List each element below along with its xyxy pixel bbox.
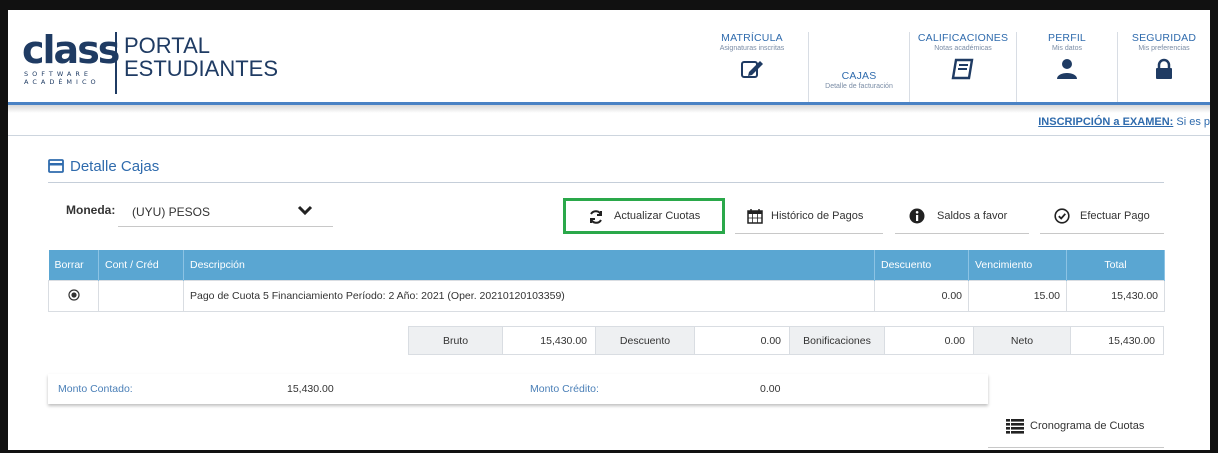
nav-calificaciones-subtitle: Notas académicas [934,45,992,52]
user-icon [1057,59,1077,79]
efectuar-pago-button[interactable]: Efectuar Pago [1040,198,1164,234]
actualizar-cuotas-label: Actualizar Cuotas [614,210,701,222]
credit-card-icon [48,159,64,173]
monto-credito-label: Monto Crédito: [530,383,599,395]
nav-calificaciones[interactable]: CALIFICACIONES Notas académicas [910,32,1016,102]
borrar-radio[interactable] [48,280,99,312]
historico-pagos-button[interactable]: Histórico de Pagos [735,198,883,234]
actualizar-cuotas-button[interactable]: Actualizar Cuotas [563,198,725,234]
portal-title-line1: PORTAL [124,33,210,58]
nav-matricula-subtitle: Asignaturas inscritas [719,45,785,52]
moneda-label: Moneda: [66,203,116,217]
col-header-descuento: Descuento [874,250,969,281]
lock-icon [1156,58,1172,79]
bonificaciones-value: 0.00 [884,326,974,355]
col-header-vencimiento: Vencimiento [968,250,1067,281]
nav-seguridad[interactable]: SEGURIDAD Mis preferencias [1118,32,1210,102]
saldos-favor-button[interactable]: Saldos a favor [895,198,1029,234]
nav-matricula[interactable]: MATRÍCULA Asignaturas inscritas [696,32,808,102]
info-icon [909,208,925,224]
cuotas-table: Borrar Cont / Créd Descripción Descuento… [48,250,1165,312]
button-underline [895,233,1029,234]
col-header-total: Total [1066,250,1165,281]
section-title-text: Detalle Cajas [70,158,160,175]
logo-subtitle: SOFTWARE ACADÉMICO [24,70,100,86]
portal-title: PORTAL ESTUDIANTES [124,34,278,80]
nav-seguridad-subtitle: Mis preferencias [1138,45,1190,52]
descuento-value: 0.00 [694,326,790,355]
cell-vencimiento: 15.00 [968,280,1067,312]
button-underline [735,233,883,234]
nav-matricula-title: MATRÍCULA [721,32,783,44]
montos-summary: Monto Contado: 15,430.00 Monto Crédito: … [48,374,988,404]
moneda-selected-value: (UYU) PESOS [132,205,211,219]
saldos-favor-label: Saldos a favor [937,210,1008,222]
historico-pagos-label: Histórico de Pagos [771,210,864,222]
monto-credito-value: 0.00 [760,383,781,395]
neto-label: Neto [973,326,1071,355]
chevron-down-icon[interactable] [297,203,313,217]
bonificaciones-label: Bonificaciones [789,326,885,355]
refresh-icon [590,210,602,224]
button-underline [1040,233,1164,234]
class-logo[interactable]: class SOFTWARE ACADÉMICO [22,28,120,94]
bruto-label: Bruto [408,326,503,355]
col-header-cont-cred: Cont / Créd [98,250,184,281]
section-divider [48,182,1164,183]
nav-cajas-subtitle: Detalle de facturación [825,83,893,90]
exam-banner-link[interactable]: INSCRIPCIÓN a EXAMEN: [1038,116,1173,128]
efectuar-pago-label: Efectuar Pago [1080,210,1150,222]
nav-seguridad-title: SEGURIDAD [1131,32,1197,44]
calendar-icon [747,209,763,224]
monto-contado-value: 15,430.00 [287,383,334,395]
window-frame: class SOFTWARE ACADÉMICO PORTAL ESTUDIAN… [0,0,1218,453]
header-shadow [8,105,1210,113]
exam-banner-text: Si es p [1173,116,1210,128]
table-row: Pago de Cuota 5 Financiamiento Período: … [48,280,1165,312]
edit-icon [741,61,763,78]
cell-cont-cred [98,280,184,312]
neto-value: 15,430.00 [1070,326,1164,355]
banner-divider [8,135,1210,136]
portal-header: class SOFTWARE ACADÉMICO PORTAL ESTUDIAN… [8,10,1210,102]
logo-divider [115,32,117,94]
nav-cajas-title: CAJAS [841,70,877,82]
book-icon [951,58,974,80]
moneda-select[interactable]: (UYU) PESOS [118,196,333,227]
cell-total: 15,430.00 [1066,280,1165,312]
nav-cajas[interactable]: CAJAS Detalle de facturación [809,32,909,102]
exam-banner[interactable]: INSCRIPCIÓN a EXAMEN: Si es p [1038,116,1210,128]
nav-perfil-subtitle: Mis datos [1052,45,1082,52]
nav-calificaciones-title: CALIFICACIONES [917,32,1009,44]
radio-selected-icon[interactable] [67,288,80,301]
col-header-borrar: Borrar [48,250,99,281]
monto-contado-label: Monto Contado: [58,383,133,395]
logo-word: class [22,28,120,72]
cell-descuento: 0.00 [874,280,969,312]
col-header-descripcion: Descripción [183,250,875,281]
check-circle-icon [1054,208,1070,224]
descuento-label: Descuento [595,326,695,355]
cell-descripcion: Pago de Cuota 5 Financiamiento Período: … [183,280,875,312]
portal-title-line2: ESTUDIANTES [124,56,279,81]
cronograma-cuotas-button[interactable]: Cronograma de Cuotas [988,407,1164,448]
bruto-value: 15,430.00 [502,326,596,355]
cronograma-cuotas-label: Cronograma de Cuotas [1030,420,1145,432]
table-header-row: Borrar Cont / Créd Descripción Descuento… [48,250,1165,281]
nav-perfil-title: PERFIL [1048,32,1086,44]
nav-perfil[interactable]: PERFIL Mis datos [1017,32,1117,102]
list-icon [1006,419,1024,434]
section-title: Detalle Cajas [48,158,159,175]
